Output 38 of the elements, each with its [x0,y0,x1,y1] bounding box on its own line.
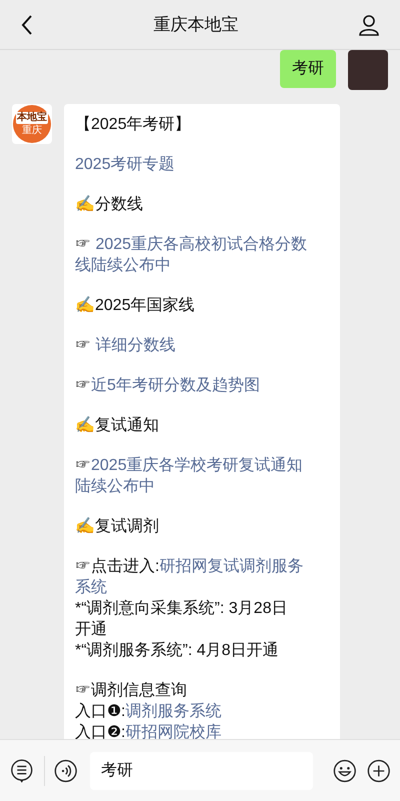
message-text: ☞ [75,337,92,354]
message-text: ☞ [75,457,91,474]
chat-title: 重庆本地宝 [154,14,238,36]
smiley-icon[interactable] [332,758,356,784]
message-text: *“调剂服务系统”: 4月8日开通 [75,642,279,659]
message-text: ☞调剂信息查询 [75,682,187,699]
link[interactable]: 陆续公布中 [75,478,155,495]
link[interactable]: 调剂服务系统 [125,703,222,720]
message-text: 【2025年考研】 [75,116,191,133]
voice-icon[interactable] [54,758,78,784]
message-text: ✍分数线 [75,196,143,213]
message-input[interactable]: 考研 [90,752,313,790]
link[interactable]: 详细分数线 [95,337,176,354]
logo-text: 重庆 [22,124,42,136]
person-icon[interactable] [358,14,380,36]
message-text: ☞ [75,236,92,253]
message-text: ☞点击进入: [75,558,160,575]
message-text: ✍复试通知 [75,417,159,434]
back-icon[interactable] [20,14,34,36]
link[interactable]: 2025重庆各学校考研复试通知 [91,457,303,474]
link[interactable]: 研招网院校库 [125,724,222,739]
message-text: *“调剂意向采集系统”: 3月28日 [75,600,288,617]
message-text: 开通 [75,621,107,638]
link[interactable]: 系统 [75,579,107,596]
link[interactable]: 2025考研专题 [75,156,175,173]
logo-text: 本地宝 [16,112,48,124]
photo-placeholder [348,50,388,90]
message-text: ✍2025年国家线 [75,297,195,314]
link[interactable]: 研招网复试调剂服务 [159,558,304,575]
message-text: ☞ [75,377,91,394]
link[interactable]: 线陆续公布中 [75,257,171,274]
list-icon[interactable] [10,756,34,784]
plus-icon[interactable] [366,758,390,784]
message-text: ✍复试调剂 [75,518,159,535]
link[interactable]: 近5年考研分数及趋势图 [91,377,260,394]
link[interactable]: 2025重庆各高校初试合格分数 [95,236,308,253]
message-bubble: 考研 [280,50,336,88]
message-text: 入口❶: [75,703,126,720]
